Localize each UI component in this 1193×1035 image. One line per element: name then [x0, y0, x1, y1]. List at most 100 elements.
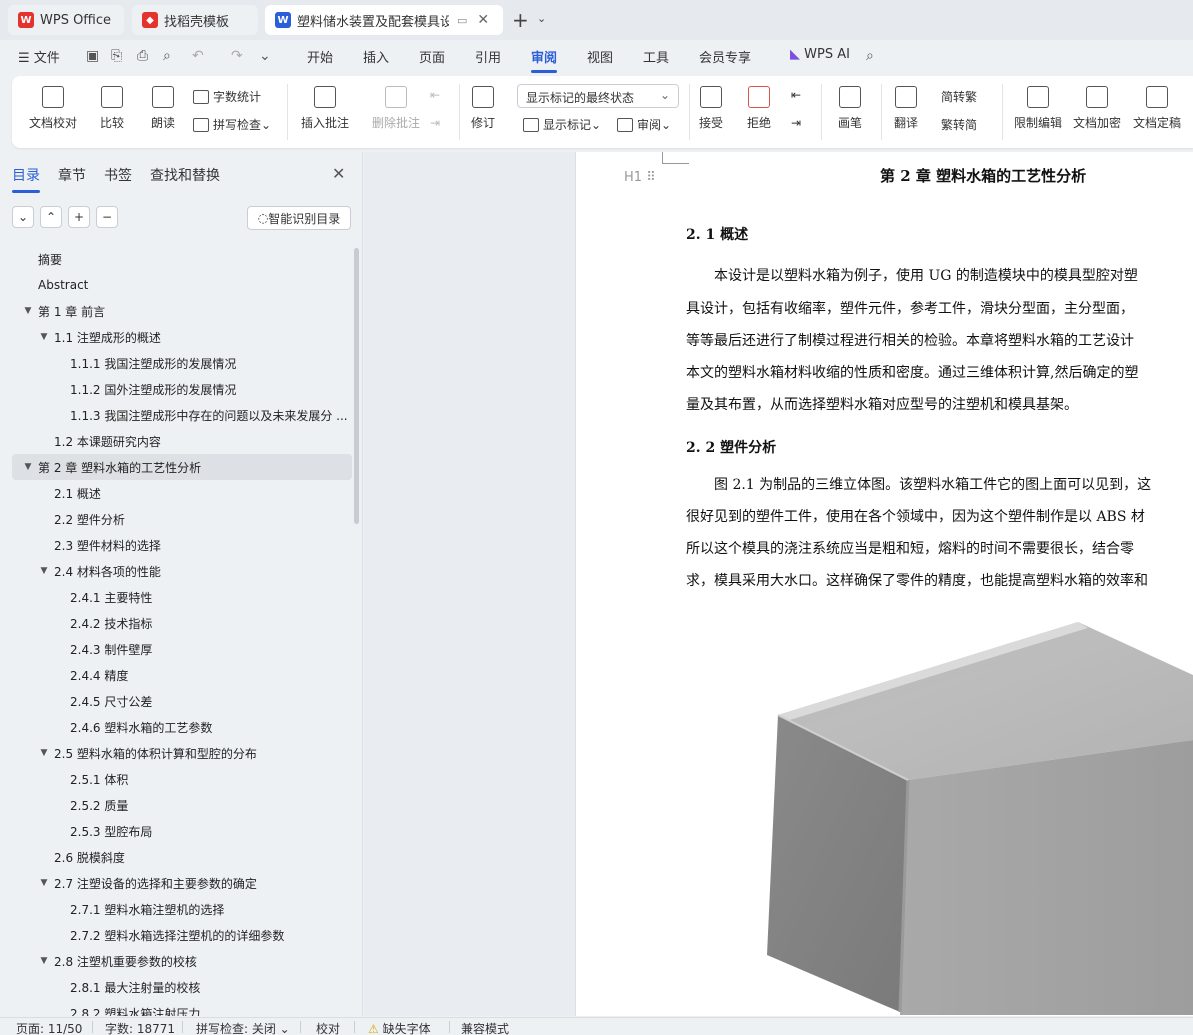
water-tank-3d-figure[interactable]	[760, 620, 1193, 1015]
markup-state-dropdown[interactable]: 显示标记的最终状态 ⌄	[517, 84, 679, 108]
close-icon[interactable]: ✕	[477, 12, 489, 28]
toc-item[interactable]: 1.1.1 我国注塑成形的发展情况	[0, 350, 352, 376]
add-icon[interactable]: +	[68, 206, 90, 228]
chevron-up-icon[interactable]: ⌃	[40, 206, 62, 228]
proof-status[interactable]: 校对	[316, 1020, 340, 1035]
toc-item[interactable]: 2.4.6 塑料水箱的工艺参数	[0, 714, 352, 740]
tab-document[interactable]: W 塑料储水装置及配套模具设计 ▭ ✕	[265, 5, 503, 35]
toc-item[interactable]: 2.4.1 主要特性	[0, 584, 352, 610]
close-icon[interactable]: ✕	[332, 164, 345, 183]
pen-button[interactable]: 画笔	[838, 86, 862, 131]
toc-item[interactable]: 1.1.3 我国注塑成形中存在的问题以及未来发展分 ...	[0, 402, 352, 428]
read-aloud-button[interactable]: 朗读	[151, 86, 175, 131]
reject-button[interactable]: 拒绝	[747, 86, 771, 131]
toc-item[interactable]: 2.4.3 制件壁厚	[0, 636, 352, 662]
menu-tools[interactable]: 工具	[643, 47, 669, 66]
chevron-down-icon[interactable]: ⌄	[259, 48, 271, 64]
print-preview-icon[interactable]: ⌕	[163, 48, 171, 64]
heading-marker[interactable]: H1 ⠿	[624, 170, 656, 185]
toc-item[interactable]: 1.2 本课题研究内容	[0, 428, 352, 454]
missing-font-status[interactable]: ⚠ 缺失字体	[368, 1020, 431, 1035]
toc-item[interactable]: 1.1.2 国外注塑成形的发展情况	[0, 376, 352, 402]
toc-item[interactable]: 2.4.4 精度	[0, 662, 352, 688]
wps-ai-button[interactable]: ◣ WPS AI	[790, 47, 850, 62]
show-markup-button[interactable]: 显示标记 ⌄	[523, 116, 601, 133]
monitor-icon[interactable]: ▭	[457, 14, 467, 27]
menu-reference[interactable]: 引用	[475, 47, 501, 66]
toc-item[interactable]: ▼ 第 1 章 前言	[0, 298, 352, 324]
chevron-down-icon[interactable]: ⌄	[537, 12, 546, 25]
search-icon[interactable]: ⌕	[866, 48, 874, 64]
prev-change-icon[interactable]: ⇤	[791, 88, 801, 102]
toc-item[interactable]: 2.4.2 技术指标	[0, 610, 352, 636]
revise-button[interactable]: 修订	[471, 86, 495, 131]
accept-button[interactable]: 接受	[699, 86, 723, 131]
toc-item[interactable]: 2.6 脱模斜度	[0, 844, 352, 870]
toc-item[interactable]: 2.5.2 质量	[0, 792, 352, 818]
delete-comment-button[interactable]: 删除批注	[372, 86, 420, 131]
menu-member[interactable]: 会员专享	[699, 47, 751, 66]
toc-item[interactable]: 2.8.2 塑料水箱注射压力	[0, 1000, 352, 1017]
save-icon[interactable]: ▣	[86, 48, 99, 64]
prev-comment-icon[interactable]: ⇤	[430, 88, 440, 102]
next-comment-icon[interactable]: ⇥	[430, 116, 440, 130]
word-count-button[interactable]: 字数统计	[193, 88, 261, 105]
new-tab-icon[interactable]: +	[512, 8, 529, 32]
toc-item[interactable]: 2.5.3 型腔布局	[0, 818, 352, 844]
encrypt-button[interactable]: 文档加密	[1073, 86, 1121, 131]
spell-check-button[interactable]: 拼写检查 ⌄	[193, 116, 271, 133]
menu-review[interactable]: 审阅	[531, 47, 558, 73]
expand-arrow-icon[interactable]: ▼	[22, 462, 34, 472]
tab-chapters[interactable]: 章节	[58, 165, 86, 185]
expand-arrow-icon[interactable]: ▼	[38, 878, 50, 888]
minus-icon[interactable]: −	[96, 206, 118, 228]
menu-start[interactable]: 开始	[307, 47, 333, 66]
toc-item[interactable]: 2.7.1 塑料水箱注塑机的选择	[0, 896, 352, 922]
toc-item[interactable]: 2.5.1 体积	[0, 766, 352, 792]
tab-docer[interactable]: ◆ 找稻壳模板	[132, 5, 258, 35]
file-menu[interactable]: ☰ 文件	[18, 47, 60, 66]
expand-arrow-icon[interactable]: ▼	[38, 956, 50, 966]
word-count[interactable]: 字数: 18771	[105, 1020, 175, 1035]
finalize-button[interactable]: 文档定稿	[1133, 86, 1181, 131]
to-simplified-button[interactable]: 繁 转简	[941, 116, 977, 133]
toc-item[interactable]: 2.7.2 塑料水箱选择注塑机的的详细参数	[0, 922, 352, 948]
expand-arrow-icon[interactable]: ▼	[38, 566, 50, 576]
menu-view[interactable]: 视图	[587, 47, 613, 66]
to-traditional-button[interactable]: 简 转繁	[941, 88, 977, 105]
toc-item[interactable]: 摘要	[0, 246, 352, 272]
expand-arrow-icon[interactable]: ▼	[38, 748, 50, 758]
toc-item[interactable]: ▼ 2.7 注塑设备的选择和主要参数的确定	[0, 870, 352, 896]
toc-item[interactable]: 2.2 塑件分析	[0, 506, 352, 532]
doc-check-button[interactable]: 文档校对	[29, 86, 77, 131]
toc-item[interactable]: ▼ 1.1 注塑成形的概述	[0, 324, 352, 350]
scrollbar[interactable]	[354, 248, 359, 524]
tab-find-replace[interactable]: 查找和替换	[150, 165, 220, 185]
toc-item[interactable]: 2.1 概述	[0, 480, 352, 506]
toc-item[interactable]: 2.3 塑件材料的选择	[0, 532, 352, 558]
chevron-down-icon[interactable]: ⌄	[12, 206, 34, 228]
insert-comment-button[interactable]: 插入批注	[301, 86, 349, 131]
toc-item[interactable]: ▼ 2.5 塑料水箱的体积计算和型腔的分布	[0, 740, 352, 766]
print-icon[interactable]: ⎙	[137, 48, 148, 64]
toc-item[interactable]: ▼ 第 2 章 塑料水箱的工艺性分析	[12, 454, 352, 480]
review-pane-button[interactable]: 审阅 ⌄	[617, 116, 671, 133]
toc-item[interactable]: ▼ 2.8 注塑机重要参数的校核	[0, 948, 352, 974]
menu-insert[interactable]: 插入	[363, 47, 389, 66]
tab-wps-office[interactable]: W WPS Office	[8, 5, 124, 35]
page-indicator[interactable]: 页面: 11/50	[16, 1020, 82, 1035]
smart-toc-button[interactable]: ◌ 智能识别目录	[247, 206, 351, 230]
toc-item[interactable]: ▼ 2.4 材料各项的性能	[0, 558, 352, 584]
restrict-edit-button[interactable]: 限制编辑	[1014, 86, 1062, 131]
tab-bookmarks[interactable]: 书签	[104, 165, 132, 185]
redo-icon[interactable]: ↷	[231, 48, 243, 64]
toc-item[interactable]: 2.8.1 最大注射量的校核	[0, 974, 352, 1000]
expand-arrow-icon[interactable]: ▼	[22, 306, 34, 316]
spell-check-status[interactable]: 拼写检查: 关闭 ⌄	[196, 1020, 290, 1035]
translate-button[interactable]: 翻译	[894, 86, 918, 131]
expand-arrow-icon[interactable]: ▼	[38, 332, 50, 342]
compare-button[interactable]: 比较	[100, 86, 124, 131]
export-icon[interactable]: ⎘	[111, 48, 122, 64]
toc-item[interactable]: 2.4.5 尺寸公差	[0, 688, 352, 714]
toc-item[interactable]: Abstract	[0, 272, 352, 298]
